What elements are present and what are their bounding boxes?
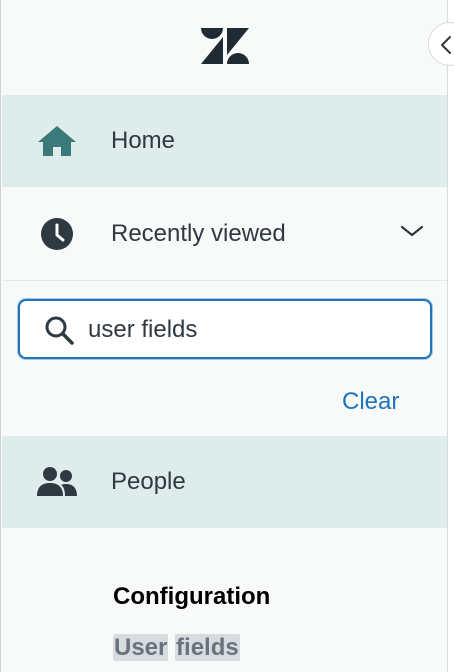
sidebar-item-label: Recently viewed (111, 220, 286, 247)
search-input[interactable] (86, 311, 410, 349)
sidebar-item-recently-viewed[interactable]: Recently viewed (2, 188, 448, 281)
result-item-user-fields[interactable]: User fields (113, 634, 240, 662)
main-content-edge (447, 0, 454, 672)
highlight-match: User (113, 634, 169, 661)
sidebar-item-people[interactable]: People (2, 436, 448, 528)
sidebar-item-label: People (111, 468, 186, 495)
people-icon (36, 461, 78, 503)
zendesk-logo[interactable] (201, 28, 249, 64)
sidebar: Home Recently viewed Clear (0, 0, 448, 672)
search-field[interactable] (18, 299, 432, 359)
clear-search-link[interactable]: Clear (342, 388, 399, 416)
clock-icon (36, 213, 78, 255)
chevron-down-icon[interactable] (400, 224, 424, 243)
search-icon (45, 316, 74, 345)
sidebar-item-label: Home (111, 127, 176, 154)
chevron-left-icon (441, 36, 451, 54)
home-icon (36, 120, 78, 162)
results-section-title: Configuration (113, 583, 271, 610)
sidebar-item-home[interactable]: Home (2, 95, 448, 187)
highlight-match: fields (175, 634, 240, 661)
